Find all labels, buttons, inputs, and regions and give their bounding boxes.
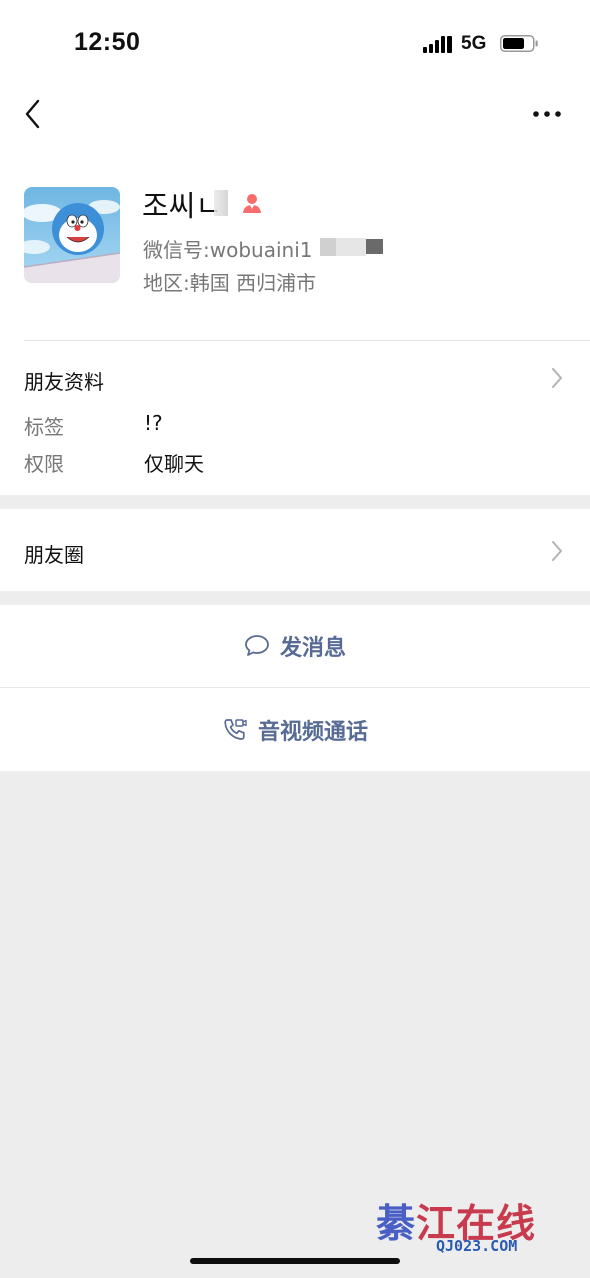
voice-video-call-button[interactable]: 音视频通话 bbox=[0, 689, 590, 771]
moments-title[interactable]: 朋友圈 bbox=[24, 539, 84, 568]
friend-profile-title[interactable]: 朋友资料 bbox=[24, 366, 104, 395]
wechat-id-label: 微信号: bbox=[143, 238, 210, 262]
tag-label: 标签 bbox=[24, 415, 64, 439]
chat-bubble-icon bbox=[245, 635, 269, 656]
battery-icon bbox=[500, 35, 538, 52]
send-message-button[interactable]: 发消息 bbox=[0, 605, 590, 687]
ellipsis-icon bbox=[533, 111, 561, 117]
id-redaction bbox=[336, 238, 366, 256]
chevron-left-icon bbox=[25, 99, 40, 129]
more-button[interactable] bbox=[531, 106, 565, 120]
divider bbox=[24, 340, 590, 341]
region: 地区:韩国 西归浦市 bbox=[143, 267, 316, 296]
name-redaction bbox=[214, 190, 228, 216]
region-value: 韩国 西归浦市 bbox=[189, 271, 317, 295]
wechat-id-value: wobuaini1 bbox=[209, 238, 313, 262]
network-type: 5G bbox=[461, 33, 487, 54]
home-indicator[interactable] bbox=[190, 1258, 400, 1264]
chevron-right-icon[interactable] bbox=[550, 367, 564, 389]
female-icon bbox=[240, 191, 264, 215]
permission-label: 权限 bbox=[24, 452, 64, 476]
permission-value: 仅聊天 bbox=[144, 452, 204, 476]
avatar[interactable] bbox=[24, 187, 120, 283]
signal-icon bbox=[423, 35, 453, 53]
watermark-url: QJ023.COM bbox=[436, 1237, 518, 1255]
status-time: 12:50 bbox=[74, 28, 141, 56]
wechat-id: 微信号:wobuaini1 bbox=[143, 234, 312, 263]
avatar-image bbox=[24, 187, 120, 283]
chevron-right-icon[interactable] bbox=[550, 540, 564, 562]
divider bbox=[0, 687, 590, 688]
phone-video-icon bbox=[224, 719, 247, 740]
id-redaction bbox=[366, 239, 383, 254]
moments-card bbox=[0, 509, 590, 591]
send-message-label: 发消息 bbox=[279, 636, 346, 661]
back-button[interactable] bbox=[20, 98, 46, 130]
tag-value: !? bbox=[144, 411, 163, 435]
watermark-first-char: 綦 bbox=[376, 1201, 417, 1247]
contact-name: 조씨ㄴ bbox=[142, 189, 223, 223]
voice-video-call-label: 音视频通话 bbox=[257, 720, 368, 745]
region-label: 地区: bbox=[143, 271, 190, 295]
